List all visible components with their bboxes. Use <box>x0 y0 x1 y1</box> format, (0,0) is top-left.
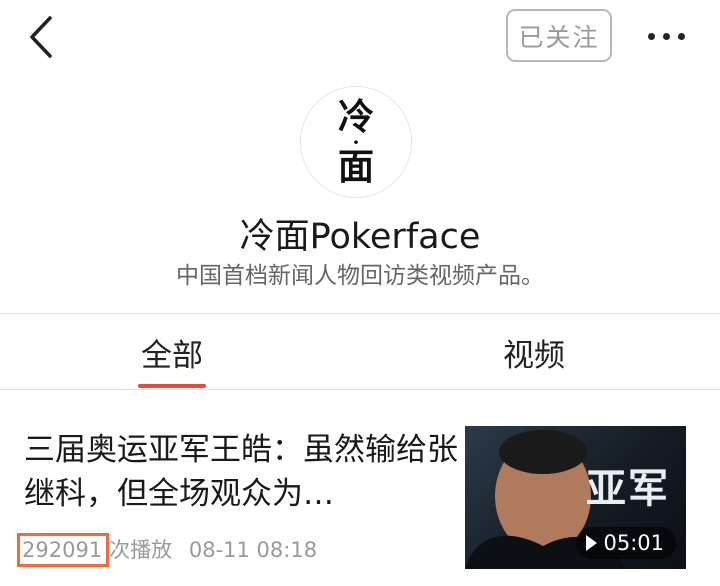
article-title[interactable]: 三届奥运亚军王皓：虽然输给张继科，但全场观众为… <box>24 428 464 516</box>
profile-name: 冷面Pokerface <box>239 217 481 257</box>
follow-button[interactable]: 已关注 <box>506 9 612 62</box>
avatar-text-bottom: 面 <box>337 146 374 188</box>
back-button[interactable] <box>22 14 62 60</box>
divider <box>0 313 720 314</box>
more-menu-button[interactable] <box>648 28 692 44</box>
video-duration-badge: 05:01 <box>576 527 676 559</box>
tab-all[interactable]: 全部 <box>130 330 214 374</box>
article-meta: 292091 次播放 08-11 08:18 <box>17 533 318 567</box>
chevron-left-icon <box>30 16 52 58</box>
more-dot <box>678 32 685 40</box>
play-icon <box>586 535 598 551</box>
avatar[interactable]: 冷 · 面 <box>300 86 412 198</box>
active-tab-indicator <box>138 384 206 388</box>
more-dot <box>663 32 670 40</box>
profile-description: 中国首档新闻人物回访类视频产品。 <box>176 263 544 289</box>
thumbnail-caption: 亚军 <box>586 465 670 512</box>
tab-video[interactable]: 视频 <box>492 330 576 374</box>
video-duration: 05:01 <box>603 531 664 555</box>
article-date: 08-11 08:18 <box>188 538 318 562</box>
video-thumbnail[interactable]: 亚军 05:01 <box>465 426 686 569</box>
more-dot <box>648 32 655 40</box>
play-count-suffix: 次播放 <box>109 538 173 562</box>
play-count: 292091 <box>17 533 110 567</box>
